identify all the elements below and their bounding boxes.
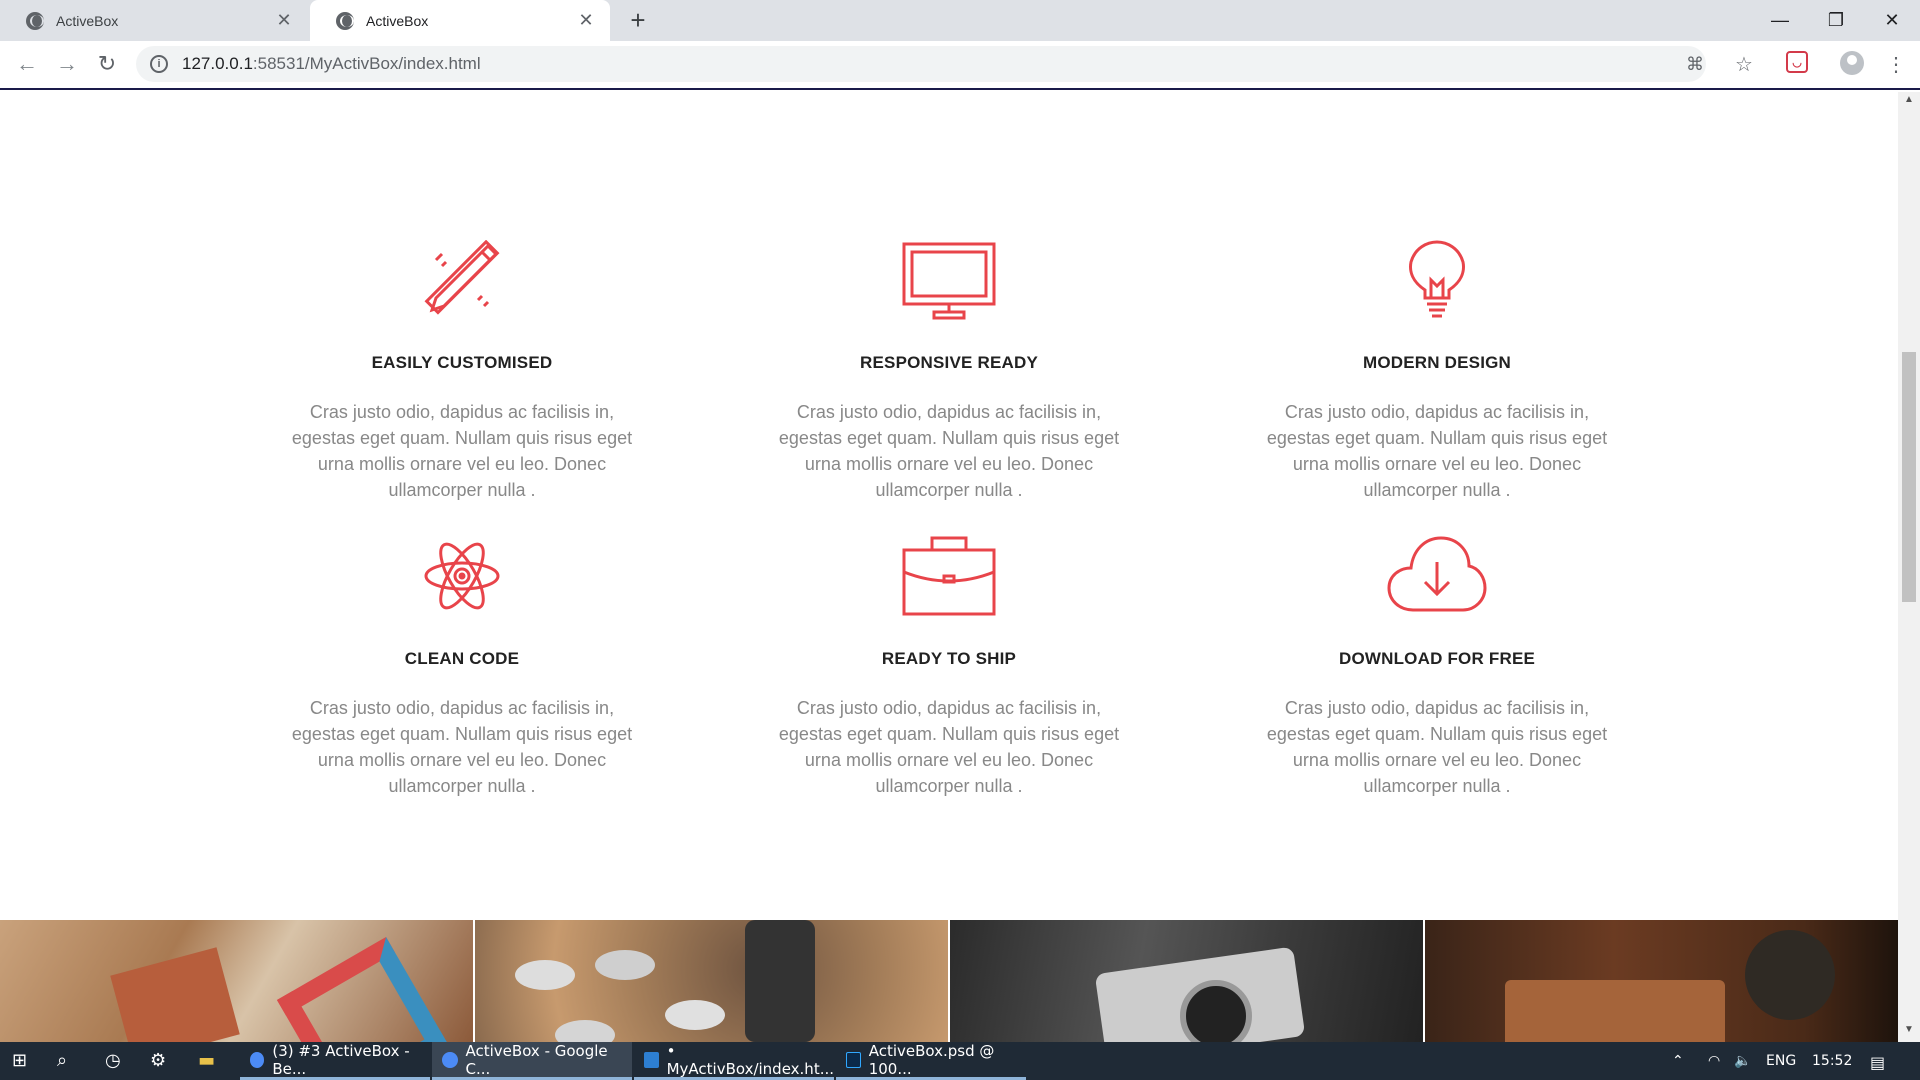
taskbar-app-label: ActiveBox - Google C... [465,1041,608,1078]
taskbar-app-label: • MyActivBox/index.ht... [666,1041,835,1078]
translate-icon[interactable]: ⌘ [1686,54,1704,75]
taskbar-app-chrome-2[interactable]: ActiveBox - Google C... [432,1042,632,1080]
reload-icon[interactable]: ↻ [92,49,122,79]
minimize-icon[interactable]: — [1752,0,1808,41]
scrollbar-thumb[interactable] [1902,352,1916,602]
globe-icon [336,11,354,30]
feature-text: Cras justo odio, dapidus ac facilisis in… [291,402,633,500]
windows-taskbar: ⊞ ⌕ ◷ ⚙ ▬ (3) #3 ActiveBox - Be... Activ… [0,1042,1920,1080]
address-host: 127.0.0.1 [182,54,253,73]
file-explorer-icon[interactable]: ▬ [198,1050,215,1071]
back-arrow-icon[interactable]: ← [12,49,42,79]
bookmark-star-icon[interactable]: ☆ [1735,52,1753,77]
taskbar-app-chrome-1[interactable]: (3) #3 ActiveBox - Be... [240,1042,430,1080]
tab-strip: ActiveBox ✕ ActiveBox ✕ + — ❐ ✕ [0,0,1920,41]
address-bar[interactable]: i 127.0.0.1:58531/MyActivBox/index.html … [136,46,1706,82]
volume-icon[interactable]: 🔈 [1734,1053,1751,1069]
menu-kebab-icon[interactable]: ⋮ [1886,52,1906,77]
site-info-icon[interactable]: i [150,55,168,73]
feature-text: Cras justo odio, dapidus ac facilisis in… [778,698,1120,796]
taskbar-app-editor[interactable]: • MyActivBox/index.ht... [634,1042,834,1080]
profile-avatar[interactable] [1840,51,1864,75]
forward-arrow-icon[interactable]: → [52,49,82,79]
pocket-extension-icon[interactable]: ◡ [1786,51,1808,73]
browser-tab-2[interactable]: ActiveBox ✕ [310,0,610,41]
windows-start-icon[interactable]: ⊞ [12,1050,27,1071]
atom-icon [262,536,662,616]
editor-icon [644,1051,659,1068]
tab-title: ActiveBox [56,12,119,29]
pencil-ruler-icon [262,240,662,320]
tab-title: ActiveBox [366,12,429,29]
taskbar-app-label: (3) #3 ActiveBox - Be... [272,1041,410,1078]
feature-text: Cras justo odio, dapidus ac facilisis in… [778,402,1120,500]
feature-title: READY TO SHIP [881,649,1017,668]
feature-card: DOWNLOAD FOR FREE Cras justo odio, dapid… [1237,536,1637,799]
vertical-scrollbar[interactable]: ▲ ▼ [1898,92,1920,1042]
restore-icon[interactable]: ❐ [1808,0,1864,41]
taskbar-app-label: ActiveBox.psd @ 100... [868,1041,995,1078]
briefcase-icon [749,536,1149,616]
gallery-photo-wooden-box[interactable] [1425,920,1898,1042]
feature-card: CLEAN CODE Cras justo odio, dapidus ac f… [262,536,662,799]
feature-card: READY TO SHIP Cras justo odio, dapidus a… [749,536,1149,799]
close-tab-icon[interactable]: ✕ [576,10,596,31]
browser-toolbar: ← → ↻ i 127.0.0.1:58531/MyActivBox/index… [0,41,1920,90]
browser-tab-1[interactable]: ActiveBox ✕ [0,0,308,41]
search-icon[interactable]: ⌕ [57,1050,67,1071]
gallery-photo-print-materials[interactable] [0,920,473,1042]
feature-title: CLEAN CODE [404,649,520,668]
feature-title: MODERN DESIGN [1362,353,1512,372]
feature-card: EASILY CUSTOMISED Cras justo odio, dapid… [262,240,662,503]
close-tab-icon[interactable]: ✕ [274,10,294,31]
globe-icon [26,11,44,30]
address-path: :58531/MyActivBox/index.html [252,54,481,73]
notifications-icon[interactable]: ▤ [1870,1053,1885,1072]
taskbar-app-photoshop[interactable]: ActiveBox.psd @ 100... [836,1042,1026,1080]
tray-chevron-icon[interactable]: ⌃ [1672,1053,1684,1069]
chrome-icon [442,1051,458,1068]
gallery-photo-buttons[interactable] [475,920,948,1042]
page-viewport: EASILY CUSTOMISED Cras justo odio, dapid… [0,92,1898,1042]
feature-text: Cras justo odio, dapidus ac facilisis in… [1266,402,1608,500]
wifi-icon[interactable]: ◠ [1708,1053,1720,1069]
photo-gallery [0,920,1898,1042]
lightbulb-icon [1237,240,1637,320]
settings-gear-icon[interactable]: ⚙ [150,1050,166,1071]
close-window-icon[interactable]: ✕ [1864,0,1920,41]
new-tab-button[interactable]: + [624,6,652,34]
feature-text: Cras justo odio, dapidus ac facilisis in… [1266,698,1608,796]
feature-title: EASILY CUSTOMISED [371,353,553,372]
chrome-icon [250,1051,265,1068]
scroll-up-icon[interactable]: ▲ [1898,94,1920,110]
language-indicator[interactable]: ENG [1766,1053,1796,1069]
monitor-icon [749,240,1149,320]
photoshop-icon [846,1051,861,1068]
clock[interactable]: 15:52 [1812,1053,1852,1069]
window-controls: — ❐ ✕ [1752,0,1920,41]
feature-card: MODERN DESIGN Cras justo odio, dapidus a… [1237,240,1637,503]
feature-text: Cras justo odio, dapidus ac facilisis in… [291,698,633,796]
cortana-icon[interactable]: ◷ [105,1050,121,1071]
cloud-download-icon [1237,536,1637,616]
feature-title: DOWNLOAD FOR FREE [1338,649,1536,668]
feature-title: RESPONSIVE READY [860,353,1038,372]
gallery-photo-camera[interactable] [950,920,1423,1042]
scroll-down-icon[interactable]: ▼ [1898,1024,1920,1040]
feature-card: RESPONSIVE READY Cras justo odio, dapidu… [749,240,1149,503]
